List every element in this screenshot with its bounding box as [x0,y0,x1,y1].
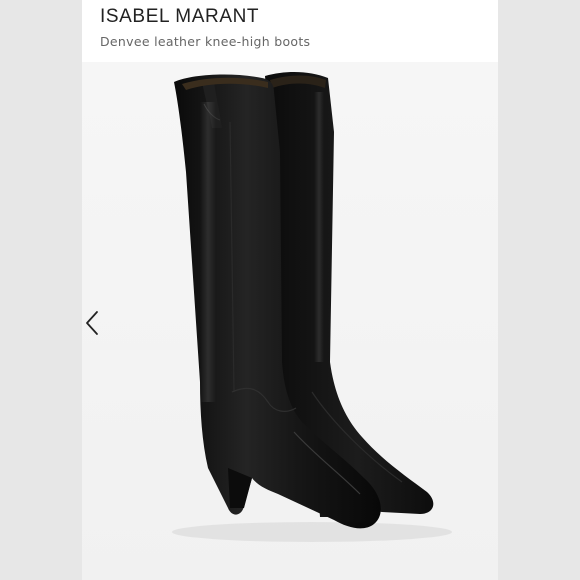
boots-illustration [82,62,498,580]
brand-name[interactable]: ISABEL MARANT [100,6,259,28]
product-image[interactable] [82,62,498,580]
right-gutter [498,0,580,580]
left-gutter [0,0,82,580]
product-header: ISABEL MARANT Denvee leather knee-high b… [82,0,498,62]
product-page: ISABEL MARANT Denvee leather knee-high b… [0,0,580,580]
product-title: Denvee leather knee-high boots [100,34,311,49]
previous-image-button[interactable] [82,308,106,338]
chevron-left-icon [86,311,98,335]
